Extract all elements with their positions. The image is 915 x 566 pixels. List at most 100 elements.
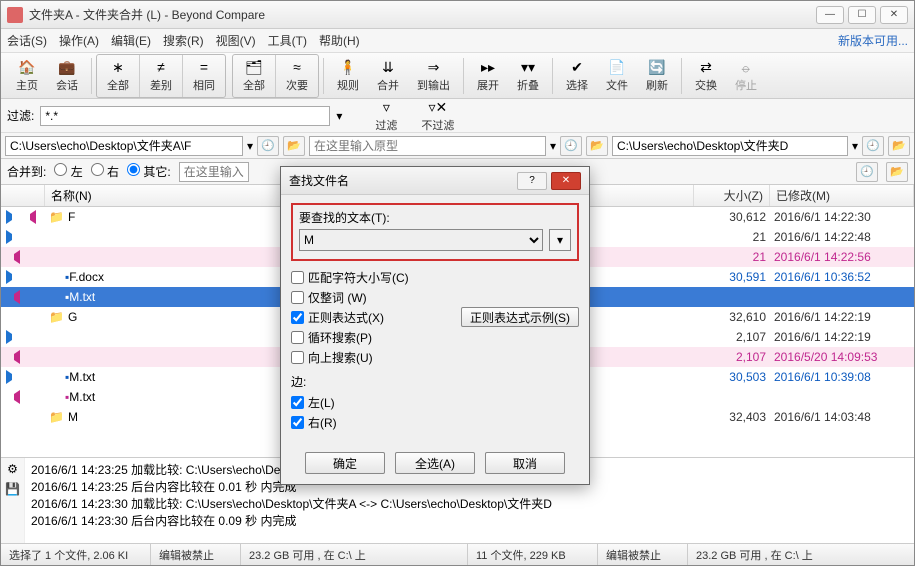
right-history-button[interactable]: 🕘 — [862, 136, 884, 156]
select-button[interactable]: ✔选择 — [557, 55, 597, 97]
col-modified[interactable]: 已修改(M) — [770, 185, 914, 206]
dropdown-icon[interactable]: ▾ — [247, 139, 253, 153]
show-diff-button[interactable]: ≠差别 — [140, 55, 183, 97]
merge-browse-button[interactable]: 📂 — [886, 162, 908, 182]
right-browse-button[interactable]: 📂 — [888, 136, 910, 156]
star-icon: ∗ — [109, 58, 127, 76]
close-button[interactable]: ✕ — [880, 6, 908, 24]
show-all-folders-button[interactable]: 🗂全部 — [233, 55, 276, 97]
menu-tools[interactable]: 工具(T) — [268, 32, 307, 49]
mid-history-button[interactable]: 🕘 — [560, 136, 582, 156]
status-edit-1: 编辑被禁止 — [151, 544, 241, 565]
merge-history-button[interactable]: 🕘 — [856, 162, 878, 182]
app-icon — [7, 7, 23, 23]
to-output-button[interactable]: ⇒到输出 — [408, 55, 459, 97]
clear-filter-button[interactable]: ▿✕不过滤 — [412, 95, 463, 137]
side-label: 边: — [291, 373, 579, 390]
status-free-1: 23.2 GB 可用 , 在 C:\ 上 — [241, 544, 468, 565]
dropdown-icon[interactable]: ▾ — [336, 109, 342, 123]
collapse-button[interactable]: ▾▾折叠 — [508, 55, 548, 97]
dialog-help-button[interactable]: ? — [517, 172, 547, 190]
collapse-icon: ▾▾ — [519, 58, 537, 76]
mid-browse-button[interactable]: 📂 — [586, 136, 608, 156]
right-path-box — [612, 136, 848, 156]
merge-left-radio[interactable]: 左 — [54, 163, 82, 180]
status-count: 11 个文件, 229 KB — [468, 544, 598, 565]
status-selection: 选择了 1 个文件, 2.06 KI — [1, 544, 151, 565]
show-minor-button[interactable]: ≈次要 — [276, 55, 318, 97]
save-icon[interactable]: 💾 — [5, 482, 20, 496]
loop-search-checkbox[interactable]: 循环搜索(P) — [291, 327, 579, 347]
menu-search[interactable]: 搜索(R) — [163, 32, 204, 49]
regex-checkbox[interactable]: 正则表达式(X) 正则表达式示例(S) — [291, 307, 579, 327]
dialog-title: 查找文件名 — [289, 172, 513, 189]
referee-icon: 🧍 — [339, 58, 357, 76]
gear-icon[interactable]: ⚙ — [7, 462, 18, 476]
notequal-icon: ≠ — [152, 58, 170, 76]
equal-icon: = — [195, 58, 213, 76]
whole-word-checkbox[interactable]: 仅整词 (W) — [291, 287, 579, 307]
filter-input[interactable] — [40, 106, 330, 126]
refresh-button[interactable]: 🔄刷新 — [637, 55, 677, 97]
approx-icon: ≈ — [288, 58, 306, 76]
files-button[interactable]: 📄文件 — [597, 55, 637, 97]
show-same-button[interactable]: =相同 — [183, 55, 225, 97]
col-size[interactable]: 大小(Z) — [694, 185, 770, 206]
maximize-button[interactable]: ☐ — [848, 6, 876, 24]
show-all-button[interactable]: ∗全部 — [97, 55, 140, 97]
expand-icon: ▸▸ — [479, 58, 497, 76]
merge-other-radio[interactable]: 其它: — [127, 163, 171, 180]
dialog-titlebar[interactable]: 查找文件名 ? ✕ — [281, 167, 589, 195]
side-left-checkbox[interactable]: 左(L) — [291, 392, 579, 412]
dropdown-button[interactable]: ▾ — [549, 229, 571, 251]
funnel-x-icon: ▿✕ — [429, 98, 447, 116]
menu-bar: 会话(S) 操作(A) 编辑(E) 搜索(R) 视图(V) 工具(T) 帮助(H… — [1, 29, 914, 53]
title-bar: 文件夹A - 文件夹合并 (L) - Beyond Compare — ☐ ✕ — [1, 1, 914, 29]
menu-edit[interactable]: 编辑(E) — [111, 32, 151, 49]
match-case-checkbox[interactable]: 匹配字符大小写(C) — [291, 267, 579, 287]
minimize-button[interactable]: — — [816, 6, 844, 24]
merge-button[interactable]: ⇊合并 — [368, 55, 408, 97]
search-up-checkbox[interactable]: 向上搜索(U) — [291, 347, 579, 367]
menu-view[interactable]: 视图(V) — [216, 32, 256, 49]
dropdown-icon[interactable]: ▾ — [852, 139, 858, 153]
menu-action[interactable]: 操作(A) — [59, 32, 99, 49]
swap-button[interactable]: ⇄交换 — [686, 55, 726, 97]
col-name[interactable]: 名称(N) — [45, 185, 287, 206]
merge-right-radio[interactable]: 右 — [91, 163, 119, 180]
filter-row: 过滤: ▾ ▿过滤 ▿✕不过滤 — [1, 99, 914, 133]
left-path-input[interactable] — [10, 137, 238, 155]
window-title: 文件夹A - 文件夹合并 (L) - Beyond Compare — [29, 6, 816, 23]
dropdown-icon[interactable]: ▾ — [550, 139, 556, 153]
menu-session[interactable]: 会话(S) — [7, 32, 47, 49]
merge-to-label: 合并到: — [7, 163, 46, 180]
regex-sample-button[interactable]: 正则表达式示例(S) — [461, 307, 579, 327]
home-button[interactable]: 🏠主页 — [7, 55, 47, 97]
stop-icon: ⦵ — [737, 58, 755, 76]
left-history-button[interactable]: 🕘 — [257, 136, 279, 156]
select-all-button[interactable]: 全选(A) — [395, 452, 475, 474]
left-browse-button[interactable]: 📂 — [283, 136, 305, 156]
update-available-link[interactable]: 新版本可用... — [838, 32, 908, 49]
middle-path-box — [309, 136, 546, 156]
rules-button[interactable]: 🧍规则 — [328, 55, 368, 97]
ok-button[interactable]: 确定 — [305, 452, 385, 474]
expand-button[interactable]: ▸▸展开 — [468, 55, 508, 97]
cancel-button[interactable]: 取消 — [485, 452, 565, 474]
apply-filter-button[interactable]: ▿过滤 — [366, 95, 406, 137]
dialog-close-button[interactable]: ✕ — [551, 172, 581, 190]
merge-other-input[interactable] — [179, 162, 249, 182]
merge-icon: ⇊ — [379, 58, 397, 76]
right-path-input[interactable] — [617, 137, 843, 155]
middle-path-input[interactable] — [314, 137, 541, 155]
status-bar: 选择了 1 个文件, 2.06 KI 编辑被禁止 23.2 GB 可用 , 在 … — [1, 543, 914, 565]
search-text-label: 要查找的文本(T): — [299, 209, 571, 226]
search-text-field: 要查找的文本(T): M ▾ — [291, 203, 579, 261]
session-button[interactable]: 💼会话 — [47, 55, 87, 97]
search-text-input[interactable]: M — [299, 229, 543, 251]
status-edit-2: 编辑被禁止 — [598, 544, 688, 565]
menu-help[interactable]: 帮助(H) — [319, 32, 360, 49]
side-right-checkbox[interactable]: 右(R) — [291, 412, 579, 432]
swap-icon: ⇄ — [697, 58, 715, 76]
stop-button[interactable]: ⦵停止 — [726, 55, 766, 97]
